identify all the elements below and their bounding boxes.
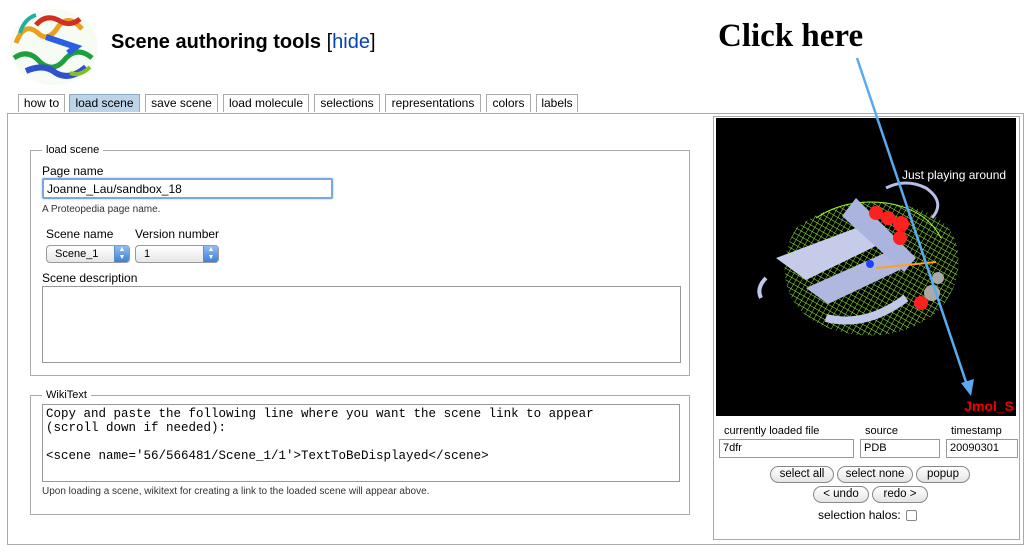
select-arrows-icon: ▲ ▼ — [203, 246, 218, 262]
select-none-button[interactable]: select none — [837, 466, 913, 483]
select-all-button[interactable]: select all — [770, 466, 834, 483]
molecule-render — [757, 181, 959, 336]
scene-name-label: Scene name — [46, 227, 114, 241]
select-arrows-icon: ▲ ▼ — [114, 246, 129, 262]
hide-link[interactable]: hide — [332, 31, 370, 53]
wikitext-legend: WikiText — [46, 389, 87, 401]
version-number-label: Version number — [135, 227, 220, 241]
protein-logo-icon — [6, 3, 102, 89]
source-label: source — [865, 425, 899, 437]
tab-labels[interactable]: labels — [536, 94, 578, 112]
click-here-annotation: Click here — [718, 18, 864, 54]
version-number-select[interactable]: 1 ▲ ▼ — [135, 245, 219, 263]
selection-halos-label: selection halos: — [818, 508, 901, 522]
tab-load-scene[interactable]: load scene — [69, 94, 140, 112]
jmol-brand-label: Jmol_S — [964, 398, 1014, 414]
tab-how-to[interactable]: how to — [18, 94, 65, 112]
wikitext-hint: Upon loading a scene, wikitext for creat… — [42, 486, 430, 497]
timestamp-field[interactable]: 20090301 — [946, 439, 1018, 458]
scene-description-label: Scene description — [42, 271, 138, 285]
tab-load-molecule[interactable]: load molecule — [223, 94, 309, 112]
tab-representations[interactable]: representations — [385, 94, 481, 112]
scene-name-select[interactable]: Scene_1 ▲ ▼ — [46, 245, 130, 263]
jmol-scene-label: Just playing around — [902, 168, 1007, 182]
page-name-hint: A Proteopedia page name. — [42, 204, 161, 215]
scene-description-input[interactable] — [42, 286, 681, 363]
tab-colors[interactable]: colors — [486, 94, 531, 112]
current-file-field[interactable]: 7dfr — [719, 439, 854, 458]
wikitext-textarea[interactable]: Copy and paste the following line where … — [42, 404, 680, 482]
page-title: Scene authoring tools [hide] — [111, 31, 376, 53]
page-name-input[interactable]: Joanne_Lau/sandbox_18 — [42, 178, 333, 199]
undo-button[interactable]: < undo — [813, 486, 869, 503]
timestamp-label: timestamp — [951, 425, 1002, 437]
current-file-label: currently loaded file — [724, 425, 820, 437]
title-text: Scene authoring tools — [111, 31, 322, 53]
page-name-label: Page name — [42, 164, 104, 178]
redo-button[interactable]: redo > — [872, 486, 928, 503]
tab-selections[interactable]: selections — [314, 94, 380, 112]
load-scene-legend: load scene — [46, 144, 100, 156]
tab-save-scene[interactable]: save scene — [145, 94, 218, 112]
jmol-viewer[interactable]: Just playing around Jmol_S — [716, 118, 1016, 416]
selection-halos-checkbox[interactable] — [906, 510, 917, 521]
source-field[interactable]: PDB — [860, 439, 940, 458]
popup-button[interactable]: popup — [916, 466, 970, 483]
